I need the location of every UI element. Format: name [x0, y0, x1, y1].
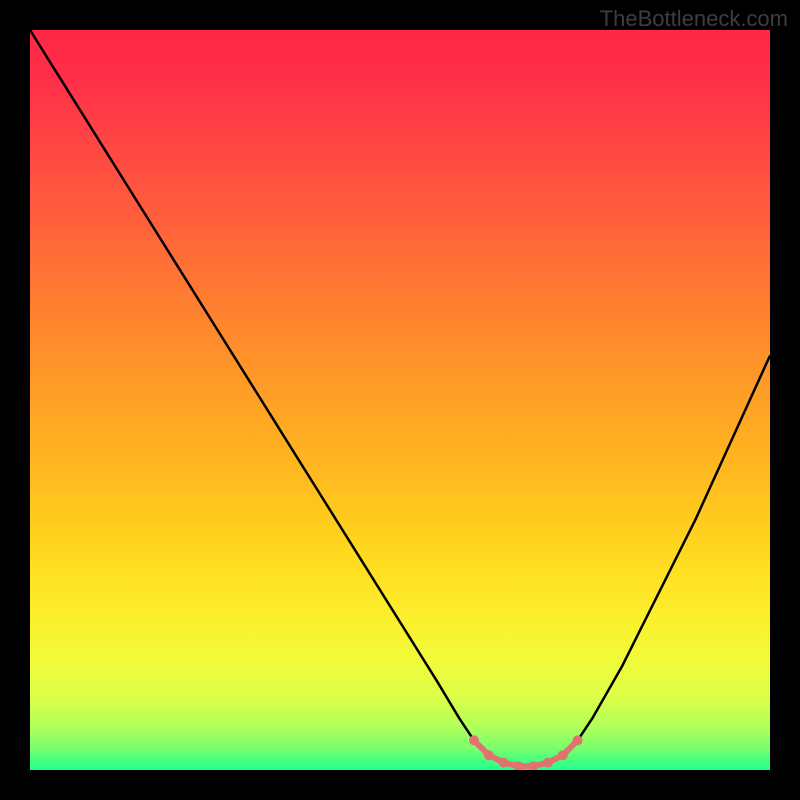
optimal-dot	[469, 735, 479, 745]
bottleneck-curve	[30, 30, 770, 766]
chart-plot-area	[30, 30, 770, 770]
optimal-dot	[499, 758, 509, 768]
curve-svg	[30, 30, 770, 770]
optimal-dot	[558, 750, 568, 760]
optimal-dot	[484, 750, 494, 760]
optimal-dot	[573, 735, 583, 745]
optimal-dot	[543, 758, 553, 768]
watermark-text: TheBottleneck.com	[600, 6, 788, 32]
